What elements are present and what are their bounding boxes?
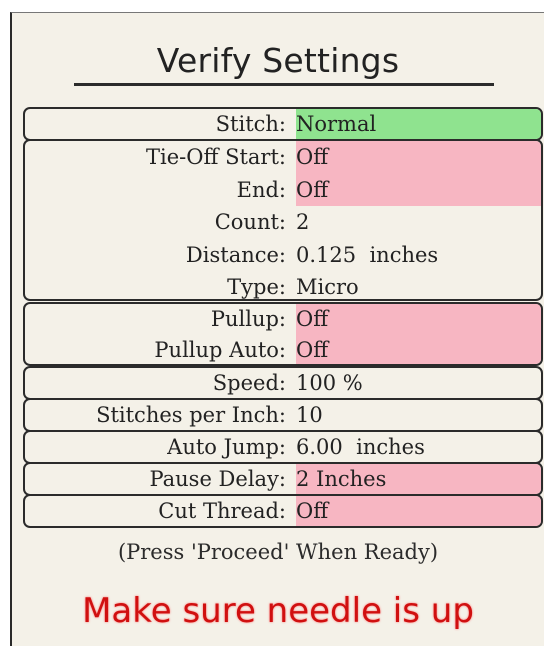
setting-label: Count: — [214, 210, 286, 234]
setting-value-stitches-per-inch: 10 — [296, 403, 323, 427]
setting-value-pullup: Off — [296, 304, 541, 335]
setting-label: Speed: — [212, 371, 286, 395]
stitches-per-inch-group: Stitches per Inch: 10 — [23, 398, 543, 432]
background-strip — [0, 0, 548, 12]
speed-group: Speed: 100 % — [23, 366, 543, 400]
setting-value-tie-off-end: Off — [296, 173, 541, 206]
setting-value-count: 2 — [296, 210, 310, 234]
pullup-group: Pullup: Off Pullup Auto: Off — [23, 302, 543, 366]
setting-label: Distance: — [185, 242, 286, 267]
setting-row-pullup: Pullup: Off — [25, 304, 541, 335]
setting-row-cut-thread: Cut Thread: Off — [25, 496, 541, 526]
title-underline — [74, 83, 494, 86]
setting-row-stitches-per-inch: Stitches per Inch: 10 — [25, 400, 541, 430]
proceed-notice: (Press 'Proceed' When Ready) — [117, 540, 439, 564]
setting-label: Type: — [227, 275, 286, 299]
setting-value-stitch: Normal — [296, 109, 541, 139]
setting-value-auto-jump: 6.00 inches — [296, 435, 425, 459]
setting-value-distance: 0.125 inches — [296, 242, 439, 267]
cut-thread-group: Cut Thread: Off — [23, 494, 543, 528]
setting-row-auto-jump: Auto Jump: 6.00 inches — [25, 432, 541, 462]
setting-label: Auto Jump: — [167, 435, 286, 459]
setting-value-cut-thread: Off — [296, 496, 541, 526]
setting-label: Pullup: — [210, 307, 286, 331]
setting-label: Stitches per Inch: — [96, 403, 286, 427]
setting-row-tie-off-start: Tie-Off Start: Off — [25, 141, 541, 174]
setting-label: Pause Delay: — [149, 467, 286, 491]
setting-row-stitch: Stitch: Normal — [25, 109, 541, 139]
setting-row-type: Type: Micro — [25, 271, 541, 299]
setting-value-pullup-auto: Off — [296, 335, 541, 364]
stitch-group: Stitch: Normal — [23, 107, 543, 141]
background-strip — [544, 0, 548, 650]
verify-settings-dialog: Verify Settings Stitch: Normal Tie-Off S… — [10, 12, 544, 646]
setting-row-pause-delay: Pause Delay: 2 Inches — [25, 464, 541, 494]
setting-label: End: — [236, 177, 286, 202]
setting-row-tie-off-end: End: Off — [25, 173, 541, 206]
setting-row-pullup-auto: Pullup Auto: Off — [25, 335, 541, 364]
needle-warning: Make sure needle is up — [82, 591, 474, 631]
setting-row-count: Count: 2 — [25, 206, 541, 239]
setting-row-distance: Distance: 0.125 inches — [25, 239, 541, 272]
setting-label: Cut Thread: — [158, 499, 286, 523]
setting-label: Pullup Auto: — [154, 338, 286, 362]
background-strip — [0, 0, 10, 650]
setting-label: Stitch: — [215, 112, 286, 136]
tie-off-group: Tie-Off Start: Off End: Off Count: 2 Dis… — [23, 139, 543, 301]
setting-row-speed: Speed: 100 % — [25, 368, 541, 398]
dialog-title: Verify Settings — [156, 41, 400, 80]
setting-value-type: Micro — [296, 275, 359, 299]
setting-label: Tie-Off Start: — [146, 145, 286, 169]
setting-value-pause-delay: 2 Inches — [296, 464, 541, 494]
setting-value-speed: 100 % — [296, 371, 363, 395]
auto-jump-group: Auto Jump: 6.00 inches — [23, 430, 543, 464]
pause-delay-group: Pause Delay: 2 Inches — [23, 462, 543, 496]
setting-value-tie-off-start: Off — [296, 141, 541, 174]
background-strip — [0, 646, 548, 650]
